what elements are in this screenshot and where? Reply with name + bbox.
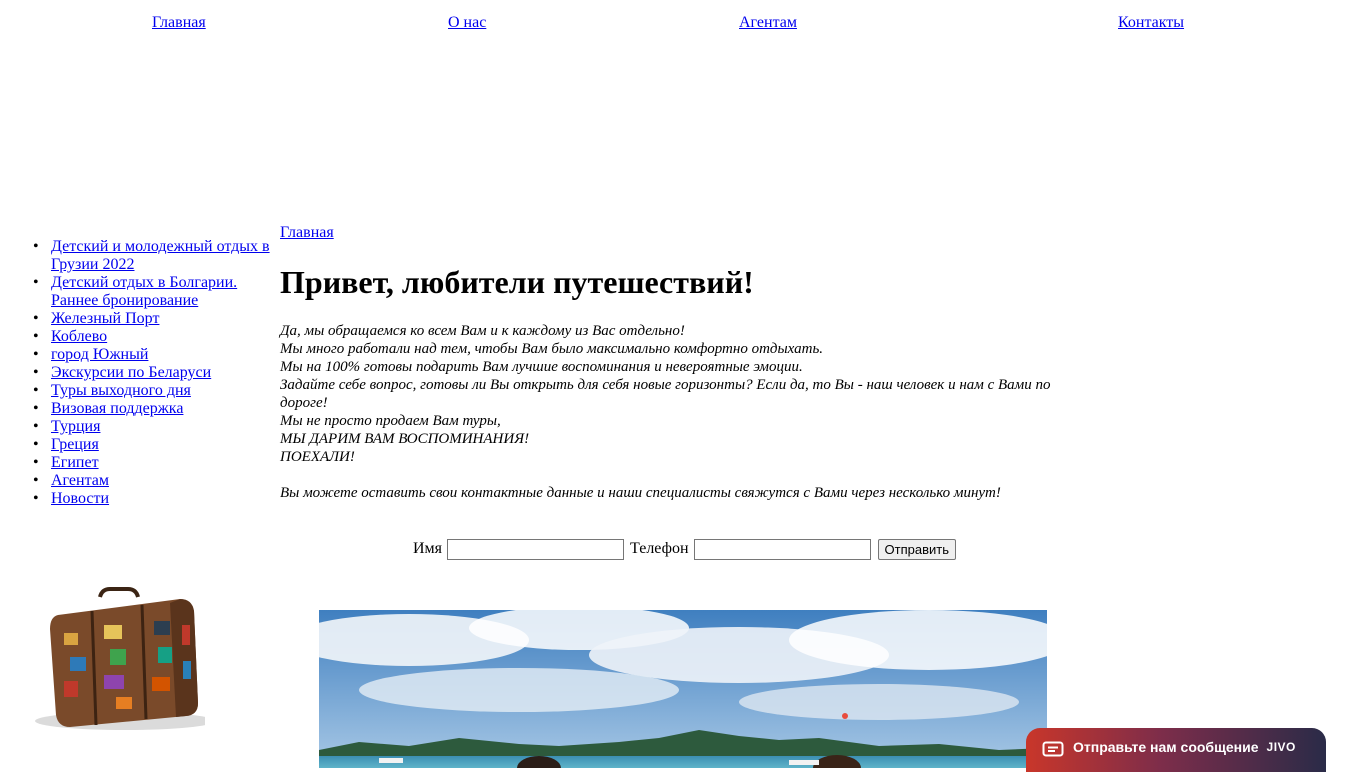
- sidebar-item-turkey: Турция: [0, 418, 272, 436]
- submit-button[interactable]: Отправить: [877, 538, 956, 560]
- sidebar-item-egypt: Египет: [0, 454, 272, 472]
- nav-about-link[interactable]: О нас: [448, 13, 486, 33]
- sidebar-link[interactable]: Агентам: [51, 472, 109, 489]
- phone-input[interactable]: [693, 538, 871, 560]
- intro-line: Мы не просто продаем Вам туры,: [280, 413, 501, 429]
- jivo-logo: JIVO: [1266, 740, 1296, 754]
- sidebar-item-zhelezny-port: Железный Порт: [0, 310, 272, 328]
- intro-text: Да, мы обращаемся ко всем Вам и к каждом…: [280, 322, 1100, 502]
- sidebar-link[interactable]: Египет: [51, 454, 99, 471]
- intro-line: Мы много работали над тем, чтобы Вам был…: [280, 341, 824, 357]
- nav-agents-link[interactable]: Агентам: [739, 13, 797, 33]
- sidebar-link[interactable]: Детский отдых в Болгарии. Раннее брониро…: [51, 274, 237, 309]
- intro-line: ПОЕХАЛИ!: [280, 449, 355, 465]
- sidebar-item-georgia: Детский и молодежный отдых в Грузии 2022: [0, 238, 272, 274]
- sidebar-item-greece: Греция: [0, 436, 272, 454]
- intro-line: Да, мы обращаемся ко всем Вам и к каждом…: [280, 323, 685, 339]
- sidebar-link[interactable]: Визовая поддержка: [51, 400, 183, 417]
- chat-widget-label: Отправьте нам сообщение: [1073, 739, 1259, 755]
- sidebar-item-yuzhny: город Южный: [0, 346, 272, 364]
- sidebar-link[interactable]: город Южный: [51, 346, 148, 363]
- sidebar-item-koblevo: Коблево: [0, 328, 272, 346]
- intro-line: МЫ ДАРИМ ВАМ ВОСПОМИНАНИЯ!: [280, 431, 530, 447]
- sidebar-menu: Детский и молодежный отдых в Грузии 2022…: [0, 238, 272, 508]
- sidebar-link[interactable]: Греция: [51, 436, 99, 453]
- sidebar-link[interactable]: Детский и молодежный отдых в Грузии 2022: [51, 238, 270, 273]
- sidebar-link[interactable]: Экскурсии по Беларуси: [51, 364, 211, 381]
- sidebar-item-bulgaria: Детский отдых в Болгарии. Раннее брониро…: [0, 274, 272, 310]
- intro-line: Мы на 100% готовы подарить Вам лучшие во…: [280, 359, 803, 375]
- sidebar-link[interactable]: Туры выходного дня: [51, 382, 191, 399]
- intro-line: Задайте себе вопрос, готовы ли Вы открыт…: [280, 377, 1051, 411]
- sidebar-item-agents: Агентам: [0, 472, 272, 490]
- message-icon: [1042, 741, 1064, 757]
- name-label: Имя: [413, 540, 443, 557]
- nav-contacts-link[interactable]: Контакты: [1118, 13, 1184, 33]
- sidebar-link[interactable]: Коблево: [51, 328, 107, 345]
- intro-line-blank: [280, 466, 1100, 484]
- chat-widget-button[interactable]: Отправьте нам сообщение JIVO: [1026, 728, 1326, 772]
- callback-form: Имя Телефон Отправить: [413, 538, 956, 560]
- name-input[interactable]: [447, 538, 625, 560]
- intro-line: Вы можете оставить свои контактные данны…: [280, 485, 1001, 501]
- sidebar-link[interactable]: Новости: [51, 490, 109, 507]
- beach-hero-image: [319, 610, 1047, 768]
- nav-home-link[interactable]: Главная: [152, 13, 206, 33]
- sidebar-item-visa-support: Визовая поддержка: [0, 400, 272, 418]
- sidebar-item-belarus-excursions: Экскурсии по Беларуси: [0, 364, 272, 382]
- suitcase-illustration: [35, 587, 205, 730]
- sidebar-link[interactable]: Турция: [51, 418, 100, 435]
- sidebar-item-news: Новости: [0, 490, 272, 508]
- sidebar-link[interactable]: Железный Порт: [51, 310, 159, 327]
- sidebar-item-weekend-tours: Туры выходного дня: [0, 382, 272, 400]
- page-title: Привет, любители путешествий!: [280, 264, 754, 300]
- breadcrumb-home-link[interactable]: Главная: [280, 224, 334, 242]
- phone-label: Телефон: [630, 540, 689, 557]
